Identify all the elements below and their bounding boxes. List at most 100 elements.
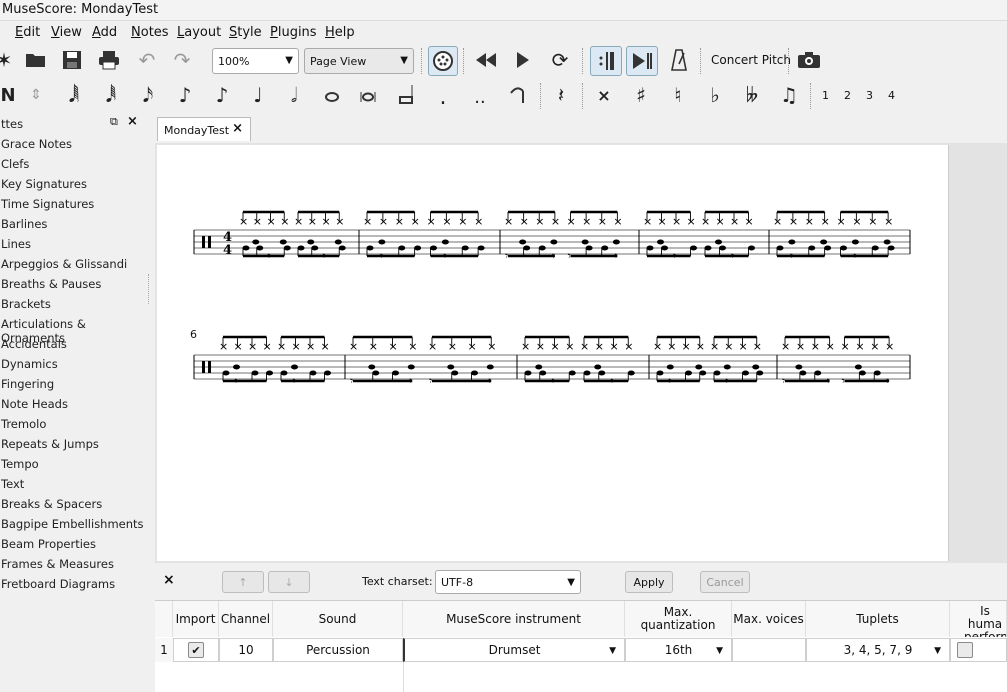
apply-button[interactable]: Apply xyxy=(625,571,673,593)
palette-item[interactable]: Beam Properties xyxy=(1,537,96,551)
note-input-mode-icon[interactable]: N xyxy=(0,81,22,109)
palette-item[interactable]: Key Signatures xyxy=(1,177,87,191)
palette-item[interactable]: Arpeggios & Glissandi xyxy=(1,257,127,271)
midi-input-icon[interactable] xyxy=(428,46,458,76)
quantization-cell[interactable]: 16th ▼ xyxy=(625,638,732,662)
palette-item[interactable]: Breaks & Spacers xyxy=(1,497,102,511)
menu-plugins[interactable]: Plugins xyxy=(270,25,317,40)
menu-notes[interactable]: Notes xyxy=(131,25,169,40)
palette-item[interactable]: Tremolo xyxy=(1,417,46,431)
col-channel[interactable]: Channel xyxy=(219,601,273,637)
save-icon[interactable] xyxy=(58,46,86,74)
menu-layout[interactable]: Layout xyxy=(177,25,221,40)
tab-mondaytest[interactable]: MondayTest × xyxy=(157,117,251,141)
float-icon[interactable]: ⧉ xyxy=(110,115,118,129)
palette-item[interactable]: Dynamics xyxy=(1,357,58,371)
note-longa-icon[interactable] xyxy=(392,81,420,109)
note-32nd-icon[interactable]: 𝅘𝅥𝅱 xyxy=(97,81,125,109)
metronome-icon[interactable] xyxy=(665,46,693,74)
repeat-playback-icon[interactable] xyxy=(590,46,622,76)
note-eighth-alt-icon[interactable]: ♪ xyxy=(208,81,236,109)
up-down-icon[interactable]: ⇕ xyxy=(22,81,50,109)
rewind-icon[interactable] xyxy=(472,46,500,74)
note-quarter-icon[interactable]: ♩ xyxy=(244,81,272,109)
col-import[interactable]: Import xyxy=(173,601,219,637)
menu-style[interactable]: Style xyxy=(229,25,262,40)
palette-item[interactable]: Text xyxy=(1,477,24,491)
tuplets-cell[interactable]: 3, 4, 5, 7, 9 ▼ xyxy=(806,638,950,662)
undo-icon[interactable]: ↶ xyxy=(133,46,161,74)
zoom-select[interactable]: 100% ▼ xyxy=(212,48,299,74)
close-icon[interactable]: × xyxy=(127,114,138,129)
instrument-cell[interactable]: Drumset ▼ xyxy=(403,638,625,662)
col-sound[interactable]: Sound xyxy=(273,601,403,637)
redo-icon[interactable]: ↷ xyxy=(168,46,196,74)
palette-item[interactable]: Clefs xyxy=(1,157,29,171)
palette-item[interactable]: Fretboard Diagrams xyxy=(1,577,115,591)
palette-item[interactable]: Brackets xyxy=(1,297,51,311)
close-icon[interactable]: × xyxy=(163,572,175,588)
palette-item[interactable]: Accidentals xyxy=(1,337,67,351)
flip-direction-icon[interactable]: ♫ xyxy=(775,81,803,109)
view-mode-select[interactable]: Page View ▼ xyxy=(304,48,414,74)
tie-icon[interactable] xyxy=(503,81,531,109)
double-flat-icon[interactable]: 𝄫 xyxy=(738,81,766,109)
note-whole-icon[interactable] xyxy=(318,83,346,111)
augmentation-dot-icon[interactable]: . xyxy=(429,83,457,111)
loop-icon[interactable]: ⟳ xyxy=(546,46,574,74)
close-icon[interactable]: × xyxy=(232,121,243,136)
col-quantization[interactable]: Max. quantization xyxy=(625,601,732,637)
menu-view[interactable]: View xyxy=(51,25,82,40)
concert-pitch-toggle[interactable]: Concert Pitch xyxy=(711,53,791,67)
palette-item[interactable]: Time Signatures xyxy=(1,197,94,211)
cancel-button[interactable]: Cancel xyxy=(700,571,750,593)
col-tuplets[interactable]: Tuplets xyxy=(806,601,950,637)
sharp-icon[interactable]: ♯ xyxy=(627,81,655,109)
note-64th-icon[interactable]: 𝅘𝅥𝅲 xyxy=(60,81,88,109)
palette-item[interactable]: Breaths & Pauses xyxy=(1,277,101,291)
score-notation[interactable]: 44× × × ×𝄾× × × ×𝄾× × × ×𝄾× × × ×𝄾× × × ×𝄾 𝄾× × × ×𝄾 𝄾× × × ×𝄾×… xyxy=(157,145,948,561)
new-score-icon[interactable]: ✶ xyxy=(0,46,18,74)
menu-edit[interactable]: Edit xyxy=(15,25,40,40)
col-humanized[interactable]: Is humaperforma xyxy=(950,601,1007,637)
menu-help[interactable]: Help xyxy=(325,25,355,40)
pan-score-icon[interactable] xyxy=(626,46,658,76)
note-eighth-icon[interactable]: ♪ xyxy=(171,81,199,109)
charset-select[interactable]: UTF-8 ▼ xyxy=(435,570,581,594)
splitter-handle[interactable] xyxy=(148,274,152,304)
palette-item[interactable]: Frames & Measures xyxy=(1,557,114,571)
col-instrument[interactable]: MuseScore instrument xyxy=(403,601,625,637)
rest-icon[interactable]: 𝄽 xyxy=(547,81,575,109)
flat-icon[interactable]: ♭ xyxy=(701,81,729,109)
palette-item[interactable]: Grace Notes xyxy=(1,137,72,151)
voice-2-button[interactable]: 2 xyxy=(844,89,851,102)
note-half-icon[interactable]: 𝅗𝅥 xyxy=(280,81,308,109)
palette-item[interactable]: Note Heads xyxy=(1,397,68,411)
note-breve-icon[interactable] xyxy=(354,83,382,111)
palette-item[interactable]: Fingering xyxy=(1,377,54,391)
note-16th-icon[interactable]: 𝅘𝅥𝅯 xyxy=(134,81,162,109)
humanized-checkbox[interactable] xyxy=(957,642,973,658)
col-voices[interactable]: Max. voices xyxy=(732,601,806,637)
palette-item[interactable]: Tempo xyxy=(1,457,39,471)
play-icon[interactable] xyxy=(509,46,537,74)
import-checkbox[interactable]: ✔ xyxy=(188,642,204,658)
natural-icon[interactable]: ♮ xyxy=(664,81,692,109)
open-folder-icon[interactable] xyxy=(22,46,50,74)
print-icon[interactable] xyxy=(95,46,123,74)
voice-3-button[interactable]: 3 xyxy=(866,89,873,102)
move-up-button[interactable]: ↑ xyxy=(222,571,264,593)
double-sharp-icon[interactable]: × xyxy=(590,81,618,109)
voice-1-button[interactable]: 1 xyxy=(822,89,829,102)
palette-item[interactable]: Lines xyxy=(1,237,31,251)
voices-cell[interactable] xyxy=(732,638,806,662)
double-dot-icon[interactable]: .. xyxy=(466,83,494,111)
import-cell[interactable]: ✔ xyxy=(173,638,219,662)
move-down-button[interactable]: ↓ xyxy=(268,571,310,593)
score-page[interactable]: 4 4 × × × × 𝄾 × × × × 𝄾 × × × × 𝄾 × × × × 𝄾 × × × × 𝄾 𝄾 × × × × 𝄾 𝄾 × × × × 𝄾 ×… xyxy=(157,145,949,561)
palette-item[interactable]: Barlines xyxy=(1,217,47,231)
voice-4-button[interactable]: 4 xyxy=(888,89,895,102)
palette-item[interactable]: Bagpipe Embellishments xyxy=(1,517,144,531)
palette-item[interactable]: Repeats & Jumps xyxy=(1,437,99,451)
humanized-cell[interactable] xyxy=(950,638,1007,662)
